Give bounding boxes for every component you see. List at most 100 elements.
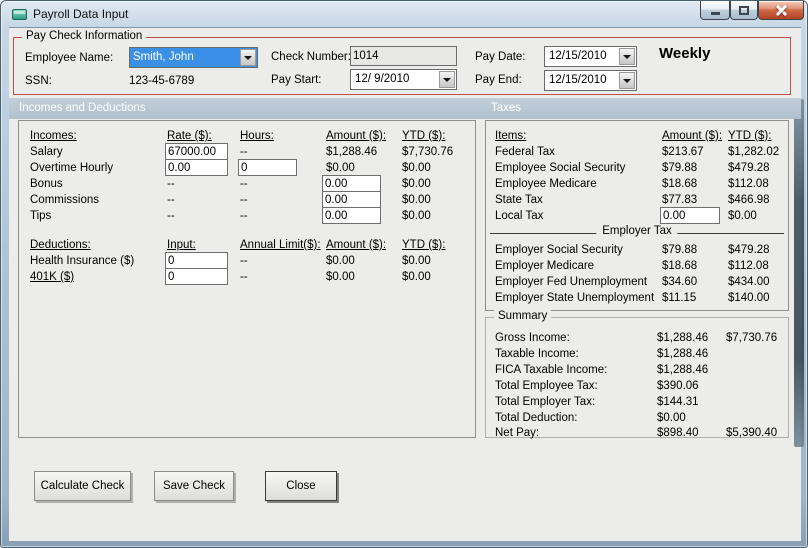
bonus-amount-input[interactable]	[322, 175, 381, 192]
income-ytd: $0.00	[402, 178, 431, 190]
overtime-hours-input[interactable]	[238, 159, 297, 176]
income-row-salary: Salary -- $1,288.46 $7,730.76	[19, 143, 475, 160]
tax-row-federal: Federal Tax $213.67 $1,282.02	[486, 144, 788, 160]
income-hours: --	[240, 178, 248, 190]
incomes-header-ytd: YTD ($):	[402, 130, 446, 142]
deduction-ytd: $0.00	[402, 255, 431, 267]
tax-label: Employer Social Security	[495, 244, 623, 256]
minimize-button[interactable]	[700, 1, 730, 20]
maximize-icon	[739, 6, 749, 15]
summary-label: Total Deduction:	[495, 412, 578, 424]
summary-row-taxable-income: Taxable Income: $1,288.46	[486, 346, 788, 362]
pay-start-picker[interactable]: 12/ 9/2010	[350, 69, 457, 90]
tax-row-local: Local Tax $0.00	[486, 207, 788, 224]
deduction-401k-link[interactable]: 401K ($)	[30, 269, 74, 285]
window-frame-shade	[794, 99, 804, 447]
employee-name-select[interactable]: Smith, John	[129, 47, 258, 68]
tax-label: Employer Fed Unemployment	[495, 276, 648, 288]
deductions-header-ytd: YTD ($):	[402, 239, 446, 251]
401k-input[interactable]	[165, 268, 228, 285]
window-close-button[interactable]	[758, 1, 804, 20]
income-label: Bonus	[30, 178, 63, 190]
tax-amount: $34.60	[662, 276, 698, 288]
health-insurance-input[interactable]	[165, 252, 228, 269]
tax-row-employer-social-security: Employer Social Security $79.88 $479.28	[486, 242, 788, 258]
tax-label: Local Tax	[495, 210, 544, 222]
deduction-amount: $0.00	[326, 271, 355, 283]
tax-row-employer-medicare: Employer Medicare $18.68 $112.08	[486, 258, 788, 274]
titlebar[interactable]: Payroll Data Input	[1, 1, 807, 27]
pay-date-label: Pay Date:	[475, 51, 526, 63]
deduction-ytd: $0.00	[402, 271, 431, 283]
pay-end-picker[interactable]: 12/15/2010	[544, 70, 637, 91]
chevron-down-icon	[443, 77, 451, 82]
deduction-row-health-insurance: Health Insurance ($) -- $0.00 $0.00	[19, 252, 475, 269]
employee-name-dropdown-button[interactable]	[240, 49, 256, 66]
tax-ytd: $434.00	[728, 276, 770, 288]
tax-amount: $77.83	[662, 194, 698, 206]
pay-end-dropdown-button[interactable]	[619, 72, 635, 89]
incomes-header-rate: Rate ($):	[167, 130, 212, 142]
income-rate: --	[167, 178, 175, 190]
deduction-annual-limit: --	[240, 255, 248, 267]
income-label: Tips	[30, 210, 52, 222]
section-header-bar: Incomes and Deductions Taxes	[9, 98, 801, 119]
calculate-check-button[interactable]: Calculate Check	[34, 471, 131, 501]
income-rate: --	[167, 194, 175, 206]
deductions-header-row: Deductions: Input: Annual Limit($): Amou…	[19, 237, 475, 253]
summary-label: Taxable Income:	[495, 348, 579, 360]
pay-date-picker[interactable]: 12/15/2010	[544, 46, 637, 67]
employee-name-label: Employee Name:	[25, 52, 114, 64]
tax-row-employee-medicare: Employee Medicare $18.68 $112.08	[486, 176, 788, 192]
income-ytd: $0.00	[402, 210, 431, 222]
tax-ytd: $466.98	[728, 194, 770, 206]
overtime-rate-input[interactable]	[165, 159, 228, 176]
check-number-input[interactable]	[350, 46, 457, 66]
pay-start-label: Pay Start:	[271, 74, 322, 86]
window-title: Payroll Data Input	[33, 7, 129, 21]
deduction-amount: $0.00	[326, 255, 355, 267]
chevron-down-icon	[623, 54, 631, 59]
tax-ytd: $112.08	[728, 260, 769, 272]
incomes-section-title: Incomes and Deductions	[19, 102, 146, 114]
income-ytd: $0.00	[402, 162, 431, 174]
salary-rate-input[interactable]	[165, 143, 228, 160]
tax-label: State Tax	[495, 194, 543, 206]
tax-label: Employer State Unemployment	[495, 292, 655, 304]
employer-tax-group: Employer Tax	[490, 225, 784, 237]
tax-label: Employer Medicare	[495, 260, 595, 272]
maximize-button[interactable]	[730, 1, 758, 20]
income-ytd: $7,730.76	[402, 146, 454, 158]
tax-amount: $79.88	[662, 162, 698, 174]
income-row-overtime: Overtime Hourly $0.00 $0.00	[19, 159, 475, 176]
summary-amount: $0.00	[657, 412, 686, 424]
taxes-panel: Items: Amount ($): YTD ($): Federal Tax …	[485, 120, 789, 311]
tax-ytd: $479.28	[728, 162, 770, 174]
paycheck-info-group-label: Pay Check Information	[22, 30, 147, 42]
tax-ytd: $1,282.02	[728, 146, 780, 158]
summary-label: Net Pay:	[495, 427, 540, 439]
pay-start-dropdown-button[interactable]	[439, 71, 455, 88]
tax-amount: $18.68	[662, 178, 698, 190]
income-ytd: $0.00	[402, 194, 431, 206]
save-check-button[interactable]: Save Check	[154, 471, 234, 501]
tax-ytd: $140.00	[728, 292, 770, 304]
tax-label: Employee Medicare	[495, 178, 597, 190]
taxes-section-title: Taxes	[491, 102, 522, 114]
local-tax-input[interactable]	[660, 207, 720, 224]
ssn-value: 123-45-6789	[129, 75, 195, 87]
summary-amount: $898.40	[657, 427, 699, 439]
deduction-annual-limit: --	[240, 271, 248, 283]
tax-ytd: $0.00	[728, 210, 757, 222]
income-rate: --	[167, 210, 175, 222]
commissions-amount-input[interactable]	[322, 191, 381, 208]
summary-label: Gross Income:	[495, 332, 570, 344]
summary-ytd: $5,390.40	[726, 427, 778, 439]
close-dialog-button[interactable]: Close	[265, 471, 337, 501]
taxes-header-amount: Amount ($):	[662, 130, 723, 142]
tips-amount-input[interactable]	[322, 207, 381, 224]
tax-ytd: $479.28	[728, 244, 770, 256]
tax-row-employer-state-unemployment: Employer State Unemployment $11.15 $140.…	[486, 290, 788, 306]
pay-date-dropdown-button[interactable]	[619, 48, 635, 65]
income-label: Commissions	[30, 194, 100, 206]
